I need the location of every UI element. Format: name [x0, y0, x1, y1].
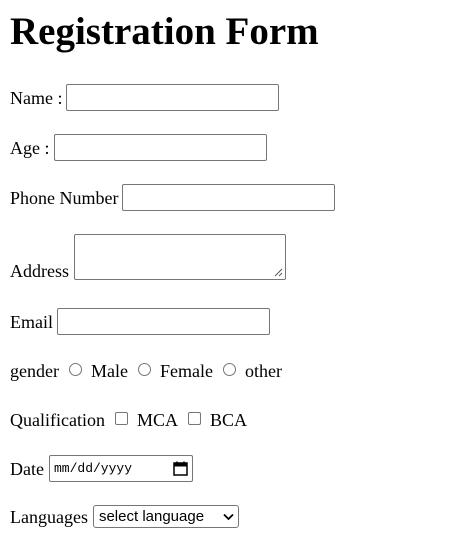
chevron-down-icon — [223, 513, 234, 520]
languages-row: Languages select language — [10, 505, 239, 528]
gender-female-radio[interactable] — [137, 362, 151, 376]
date-row: Date mm/dd/yyyy — [10, 455, 193, 482]
email-row: Email — [10, 308, 270, 335]
name-label: Name : — [10, 87, 63, 108]
qualification-mca-checkbox[interactable] — [114, 411, 128, 425]
gender-other-radio[interactable] — [222, 362, 236, 376]
gender-label: gender — [10, 361, 59, 381]
calendar-icon[interactable] — [173, 461, 188, 476]
gender-row: gender Male Female other — [10, 360, 282, 382]
qualification-mca-label: MCA — [136, 410, 178, 430]
age-label: Age : — [10, 137, 50, 158]
address-row: Address — [10, 234, 286, 282]
languages-select[interactable]: select language — [92, 505, 239, 528]
qualification-row: Qualification MCA BCA — [10, 409, 247, 431]
gender-male-radio[interactable] — [68, 362, 82, 376]
page-title: Registration Form — [10, 10, 319, 53]
age-input[interactable] — [53, 134, 267, 161]
languages-selected-value: select language — [98, 507, 205, 525]
languages-label: Languages — [10, 506, 88, 527]
phone-row: Phone Number — [10, 184, 336, 211]
name-row: Name : — [10, 84, 280, 111]
qualification-label: Qualification — [10, 410, 105, 430]
phone-label: Phone Number — [10, 187, 119, 208]
address-textarea[interactable] — [74, 234, 286, 280]
email-label: Email — [10, 311, 53, 332]
date-placeholder: mm/dd/yyyy — [53, 460, 132, 476]
gender-other-label: other — [244, 361, 282, 381]
email-input[interactable] — [57, 308, 270, 335]
address-label: Address — [10, 261, 69, 281]
gender-female-label: Female — [159, 361, 213, 381]
date-input[interactable]: mm/dd/yyyy — [48, 455, 193, 482]
name-input[interactable] — [66, 84, 280, 111]
phone-input[interactable] — [122, 184, 336, 211]
age-row: Age : — [10, 134, 267, 161]
gender-male-label: Male — [90, 361, 128, 381]
qualification-bca-label: BCA — [209, 410, 247, 430]
qualification-bca-checkbox[interactable] — [187, 411, 201, 425]
date-label: Date — [10, 458, 44, 479]
resize-grip-icon[interactable] — [274, 268, 283, 277]
